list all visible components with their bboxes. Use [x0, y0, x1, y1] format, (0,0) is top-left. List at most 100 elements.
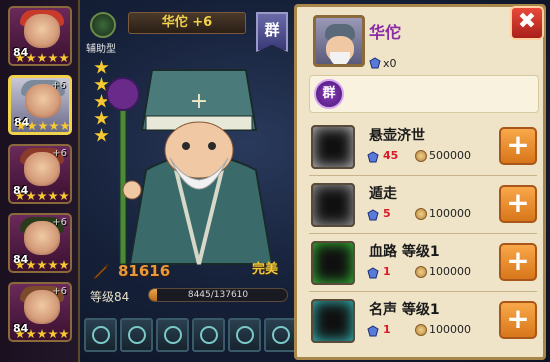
upgrade-skill-button[interactable]: + [499, 185, 537, 223]
star-icon [37, 329, 47, 339]
skill-icon [311, 183, 355, 227]
roster-hero-1[interactable]: 84 [8, 6, 72, 66]
eye-right [208, 142, 216, 150]
hero-title: 华佗 +6 [128, 12, 246, 34]
star-icon [59, 260, 69, 270]
skill-name: 血路 等级1 [369, 244, 440, 260]
coin-icon [415, 266, 427, 278]
skill-gem-cost: 1 [383, 265, 391, 278]
skill-row: 名声 等级1 1 100000 + [303, 293, 543, 345]
equipment-icon [164, 326, 182, 344]
support-type-icon [90, 12, 116, 38]
roster-hero-plus: +6 [52, 286, 67, 297]
roster-hero-plus: +6 [52, 148, 67, 159]
skill-gem-cost: 5 [383, 207, 391, 220]
hero-detail: 辅助型 华佗 +6 群 + 81616 完美 等级84 8445/137610 [80, 0, 297, 362]
skill-row: 遁走 5 100000 + [303, 177, 543, 229]
upgrade-skill-button[interactable]: + [499, 301, 537, 339]
equipment-icon [236, 326, 254, 344]
star-icon [15, 53, 25, 63]
roster-hero-5[interactable]: 84 +6 [8, 282, 72, 342]
roster-hero-4[interactable]: 84 +6 [8, 213, 72, 273]
sword-power-icon [92, 263, 109, 279]
close-button[interactable]: ✖ [510, 6, 544, 40]
skill-row: 悬壶济世 45 500000 + [303, 119, 543, 171]
star-icon [26, 260, 36, 270]
skill-icon [311, 241, 355, 285]
equipment-slot-6[interactable] [264, 318, 297, 352]
staff-orb [106, 77, 140, 111]
star-icon [38, 121, 48, 131]
gem-icon [367, 325, 379, 337]
equipment-slot-5[interactable] [228, 318, 261, 352]
face [164, 121, 234, 179]
skill-gem-cost: 1 [383, 323, 391, 336]
star-icon [48, 260, 58, 270]
star-icon [26, 53, 36, 63]
equipment-icon [128, 326, 146, 344]
star-icon [49, 121, 59, 131]
equipment-slot-3[interactable] [156, 318, 189, 352]
star-icon [15, 191, 25, 201]
skill-coin-cost: 500000 [429, 149, 471, 162]
star-icon [37, 191, 47, 201]
hero-power: 81616 [118, 262, 171, 280]
star-icon [37, 260, 47, 270]
faction-flag-icon: 群 [256, 12, 288, 52]
gem-icon [367, 267, 379, 279]
equipment-slot-2[interactable] [120, 318, 153, 352]
equipment-icon [92, 326, 110, 344]
skill-panel: 华佗 x0 群 悬壶济世 45 500000 + 遁走 5 100000 + 血路 等级1 1 10… [294, 4, 546, 360]
roster-hero-plus: +6 [51, 80, 66, 91]
staff [119, 93, 127, 265]
skill-icon [311, 299, 355, 343]
roster-hero-stars [12, 53, 70, 63]
hand-left [122, 180, 142, 200]
skill-divider [309, 175, 537, 176]
skill-name: 悬壶济世 [369, 128, 425, 144]
roster-hero-stars [13, 121, 69, 131]
star-icon [37, 53, 47, 63]
star-icon [15, 260, 25, 270]
gem-icon [367, 151, 379, 163]
upgrade-skill-button[interactable]: + [499, 127, 537, 165]
equipment-slot-4[interactable] [192, 318, 225, 352]
star-icon [48, 53, 58, 63]
skill-coin-cost: 100000 [429, 323, 471, 336]
skill-coin-cost: 100000 [429, 265, 471, 278]
skill-row: 血路 等级1 1 100000 + [303, 235, 543, 287]
coin-icon [415, 208, 427, 220]
exp-bar: 8445/137610 [148, 288, 288, 302]
faction-qun-icon: 群 [314, 79, 344, 109]
roster-hero-stars [12, 260, 70, 270]
star-icon [48, 329, 58, 339]
skill-gem-cost: 45 [383, 149, 399, 162]
equipment-slot-1[interactable] [84, 318, 117, 352]
skill-divider [309, 291, 537, 292]
star-icon [59, 329, 69, 339]
hat-cross: + [190, 89, 208, 114]
panel-faction-row: 群 [309, 75, 539, 113]
star-icon [59, 53, 69, 63]
skill-divider [309, 233, 537, 234]
star-icon [60, 121, 69, 131]
hero-portrait[interactable]: + [106, 50, 292, 270]
skill-name: 遁走 [369, 186, 397, 202]
roster-hero-2[interactable]: 84 +6 [8, 75, 72, 135]
hero-roster[interactable]: 84 84 +6 84 +6 84 +6 84 +6 [0, 0, 80, 362]
hero-avatar [24, 14, 60, 48]
roster-hero-plus: +6 [52, 217, 67, 228]
hero-level: 等级84 [90, 290, 130, 304]
star-icon [26, 191, 36, 201]
star-icon [27, 121, 37, 131]
star-icon [59, 191, 69, 201]
exp-text: 8445/137610 [187, 290, 249, 300]
gem-icon [369, 57, 381, 69]
panel-hero-name: 华佗 [369, 23, 402, 42]
coin-icon [415, 150, 427, 162]
eye-left [182, 142, 190, 150]
panel-portrait [313, 15, 365, 67]
roster-hero-3[interactable]: 84 +6 [8, 144, 72, 204]
upgrade-skill-button[interactable]: + [499, 243, 537, 281]
hero-quality: 完美 [252, 262, 279, 277]
